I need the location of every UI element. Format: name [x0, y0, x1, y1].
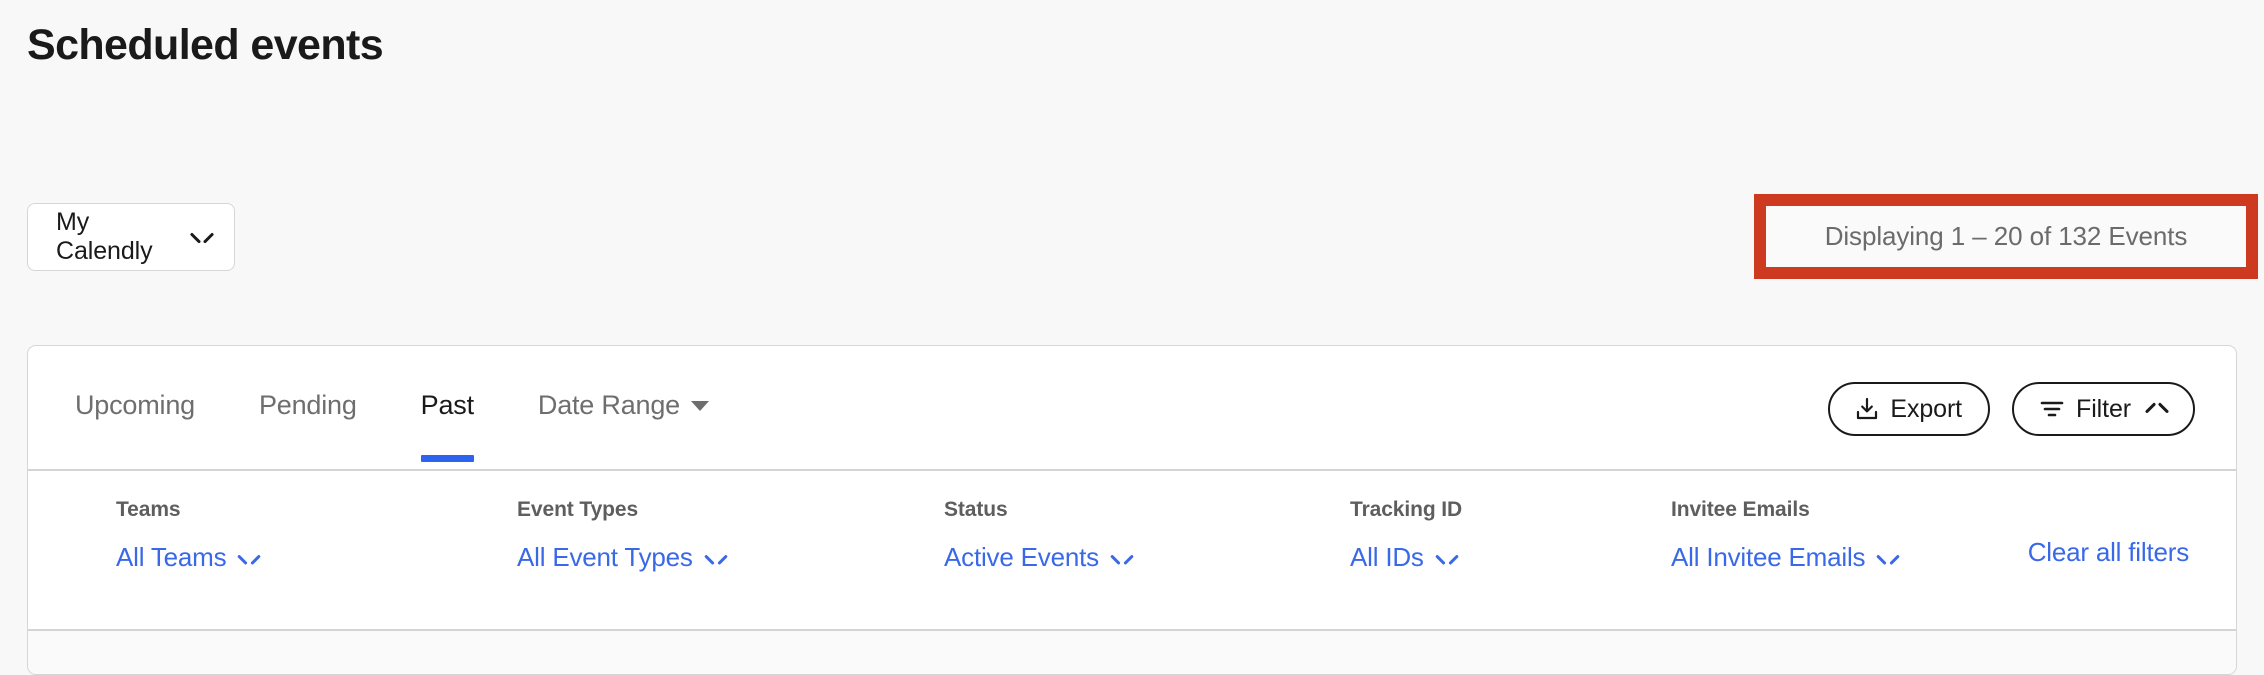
tab-past[interactable]: Past: [420, 346, 475, 471]
tab-upcoming[interactable]: Upcoming: [75, 346, 195, 471]
download-icon: [1857, 397, 1878, 420]
filter-status-label: Status: [944, 498, 1008, 521]
filter-row: Teams All Teams Event Types All Event Ty…: [28, 471, 2236, 631]
tab-list: Upcoming Pending Past Date Range: [75, 346, 709, 471]
filter-invitee-emails-label: Invitee Emails: [1671, 498, 1810, 521]
filter-invitee-emails-dropdown[interactable]: All Invitee Emails: [1671, 542, 1898, 573]
chevron-down-icon: [239, 553, 259, 565]
tab-bar: Upcoming Pending Past Date Range Export: [28, 346, 2236, 471]
filter-event-types-label: Event Types: [517, 498, 639, 521]
chevron-down-icon: [1437, 553, 1457, 565]
export-button[interactable]: Export: [1828, 382, 1991, 436]
tab-pending-label: Pending: [258, 390, 357, 420]
tab-pending[interactable]: Pending: [259, 346, 357, 471]
tab-date-range-label: Date Range: [537, 390, 680, 420]
clear-all-filters-link[interactable]: Clear all filters: [2028, 537, 2190, 568]
filter-tracking-id-dropdown[interactable]: All IDs: [1350, 542, 1462, 573]
pagination-highlight-box: Displaying 1 – 20 of 132 Events: [1754, 194, 2258, 279]
chevron-down-icon: [192, 231, 212, 243]
filter-button[interactable]: Filter: [2012, 382, 2195, 436]
filter-icon: [2040, 401, 2064, 417]
filter-status-dropdown[interactable]: Active Events: [944, 542, 1132, 573]
filter-invitee-emails-value: All Invitee Emails: [1671, 542, 1866, 572]
filter-event-types: Event Types All Event Types: [517, 498, 726, 573]
filter-teams-dropdown[interactable]: All Teams: [116, 542, 259, 573]
tab-upcoming-label: Upcoming: [75, 390, 195, 420]
filter-event-types-dropdown[interactable]: All Event Types: [517, 542, 726, 573]
tab-bar-actions: Export Filter: [1828, 382, 2195, 436]
events-table-body: [28, 631, 2236, 674]
chevron-down-icon: [706, 553, 726, 565]
chevron-up-icon: [2147, 403, 2167, 415]
owner-select-label: My Calendly: [56, 208, 153, 265]
caret-down-icon: [691, 401, 709, 411]
owner-select-dropdown[interactable]: My Calendly: [27, 203, 235, 271]
chevron-down-icon: [1112, 553, 1132, 565]
chevron-down-icon: [1878, 553, 1898, 565]
filter-invitee-emails: Invitee Emails All Invitee Emails: [1671, 498, 1898, 573]
filter-status: Status Active Events: [944, 498, 1132, 573]
filter-teams-label: Teams: [116, 498, 181, 521]
filter-event-types-value: All Event Types: [517, 542, 693, 572]
export-button-label: Export: [1890, 394, 1963, 423]
tab-date-range[interactable]: Date Range: [538, 346, 709, 471]
filter-teams: Teams All Teams: [116, 498, 259, 573]
page-title: Scheduled events: [27, 21, 384, 69]
filter-tracking-id-value: All IDs: [1350, 542, 1424, 572]
tab-past-label: Past: [420, 390, 474, 420]
pagination-count-text: Displaying 1 – 20 of 132 Events: [1824, 221, 2188, 251]
scheduled-events-card: Upcoming Pending Past Date Range Export: [27, 345, 2237, 675]
filter-teams-value: All Teams: [116, 542, 227, 572]
filter-tracking-id: Tracking ID All IDs: [1350, 498, 1462, 573]
filter-status-value: Active Events: [944, 542, 1099, 572]
filter-tracking-id-label: Tracking ID: [1350, 498, 1463, 521]
filter-button-label: Filter: [2076, 394, 2131, 423]
